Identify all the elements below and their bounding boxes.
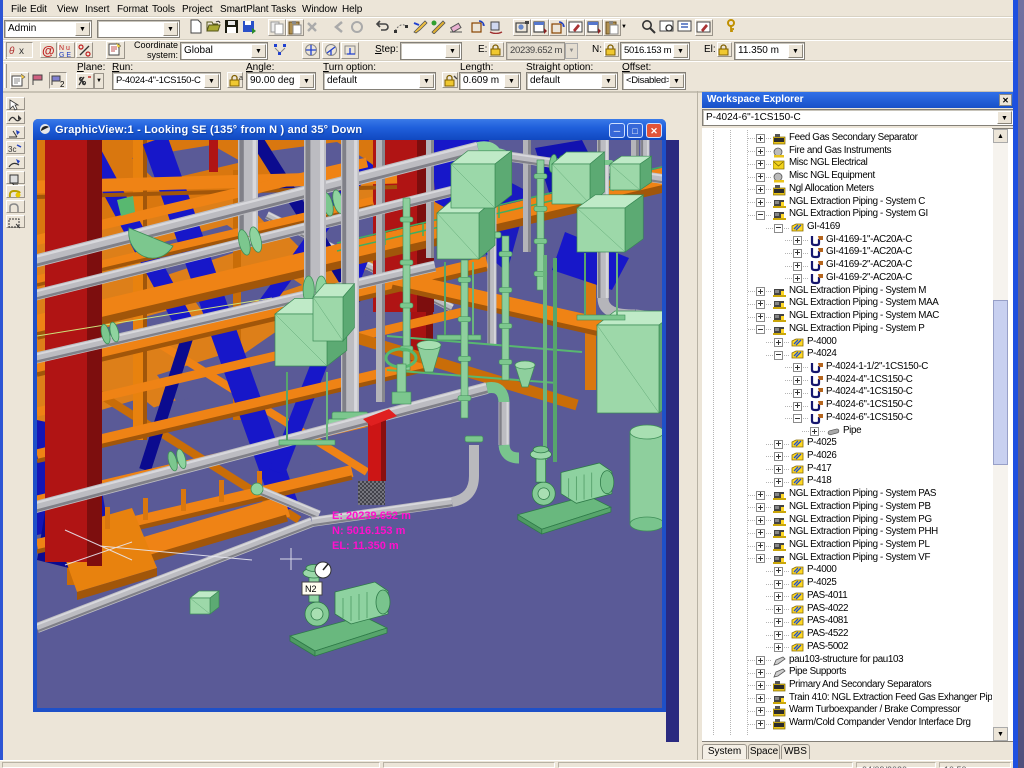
svg-text:N: 5016.153 m: N: 5016.153 m (332, 525, 406, 537)
svg-text:E: 20239.652 m: E: 20239.652 m (332, 510, 411, 522)
svg-text:3c: 3c (8, 145, 16, 154)
svg-text:EL: 11.350 m: EL: 11.350 m (332, 540, 399, 552)
svg-text:N u: N u (59, 45, 70, 52)
svg-text:x: x (19, 46, 24, 57)
svg-text:2: 2 (60, 80, 65, 88)
svg-text:a: a (239, 75, 243, 82)
svg-text:θ: θ (9, 46, 15, 57)
svg-text:G E: G E (59, 52, 71, 58)
svg-text:N2: N2 (305, 584, 317, 594)
svg-text:@: @ (42, 43, 55, 58)
